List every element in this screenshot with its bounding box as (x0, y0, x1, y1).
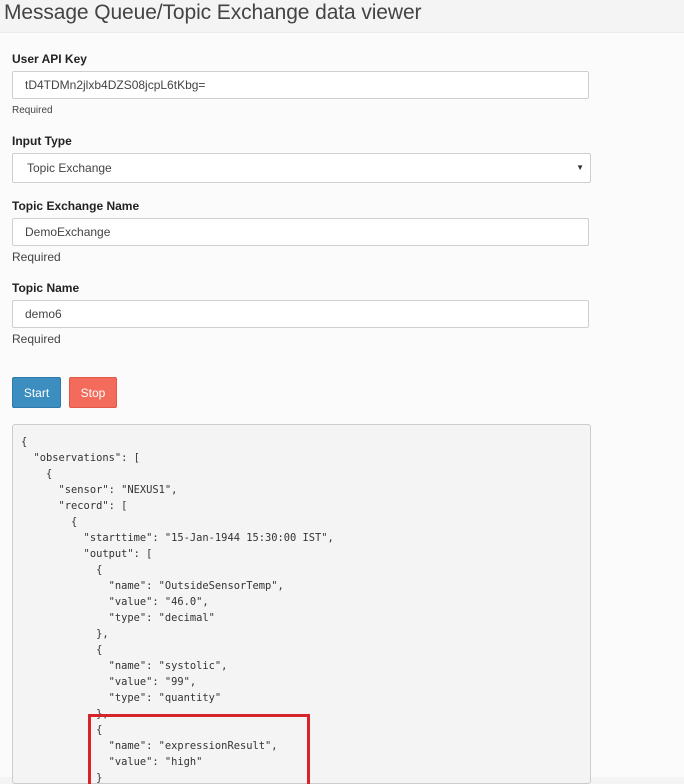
topic-name-label: Topic Name (12, 281, 80, 295)
exchange-name-help: Required (12, 250, 61, 264)
page-header: Message Queue/Topic Exchange data viewer (0, 0, 684, 33)
api-key-input[interactable]: tD4TDMn2jlxb4DZS08jcpL6tKbg= (12, 71, 589, 99)
topic-name-input[interactable]: demo6 (12, 300, 589, 328)
stop-button[interactable]: Stop (69, 377, 117, 408)
api-key-help: Required (12, 105, 53, 116)
json-output-panel: { "observations": [ { "sensor": "NEXUS1"… (12, 424, 591, 784)
input-type-select[interactable]: Topic Exchange ▼ (12, 153, 591, 183)
page-title: Message Queue/Topic Exchange data viewer (4, 1, 422, 24)
exchange-name-input[interactable]: DemoExchange (12, 218, 589, 246)
input-type-selected-value: Topic Exchange (27, 161, 112, 175)
exchange-name-label: Topic Exchange Name (12, 199, 140, 213)
api-key-label: User API Key (12, 52, 87, 66)
start-button[interactable]: Start (12, 377, 61, 408)
caret-down-icon: ▼ (576, 163, 584, 172)
input-type-label: Input Type (12, 134, 72, 148)
topic-name-help: Required (12, 332, 61, 346)
